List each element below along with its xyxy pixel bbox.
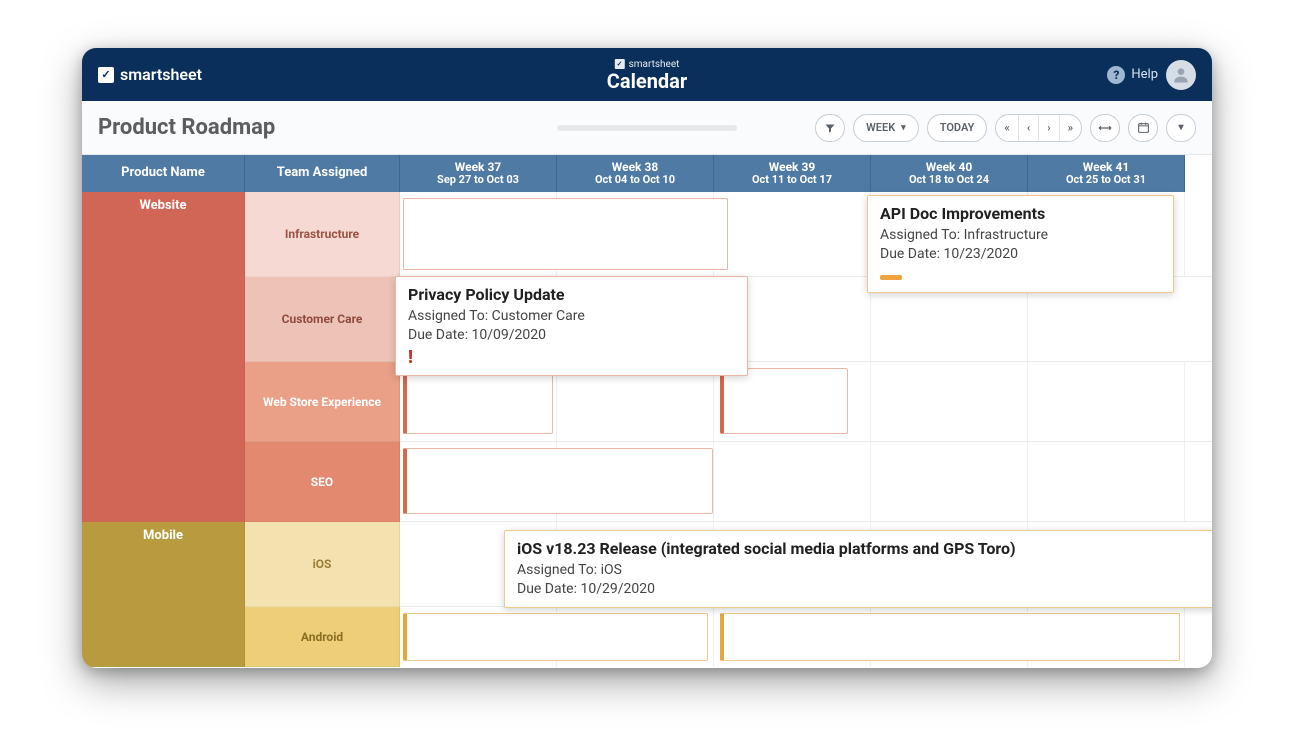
col-week-38: Week 38 Oct 04 to Oct 10 (557, 155, 714, 192)
nav-next-button[interactable]: › (1038, 115, 1058, 141)
task-outline[interactable] (403, 368, 553, 434)
help-icon: ? (1107, 66, 1125, 84)
app-header: ✓ smartsheet ✓ smartsheet Calendar ? Hel… (82, 48, 1212, 101)
status-medium-icon (880, 275, 902, 280)
team-cell-web-store[interactable]: Web Store Experience (245, 362, 400, 442)
product-label: Website (139, 198, 186, 213)
brand-text: smartsheet (120, 65, 202, 84)
team-cell-customer-care[interactable]: Customer Care (245, 277, 400, 362)
view-mode-label: WEEK (866, 121, 895, 134)
col-week-41: Week 41 Oct 25 to Oct 31 (1028, 155, 1185, 192)
fit-width-button[interactable] (1090, 114, 1120, 142)
subbrand-text: smartsheet (629, 59, 680, 70)
team-cell-ios[interactable]: iOS (245, 522, 400, 607)
col-week-range: Oct 04 to Oct 10 (595, 174, 675, 186)
app-title-block: ✓ smartsheet Calendar (607, 59, 687, 91)
team-cell-infrastructure[interactable]: Infrastructure (245, 192, 400, 277)
more-menu-button[interactable]: ▾ (1166, 114, 1196, 142)
task-card-api[interactable]: API Doc Improvements Assigned To: Infras… (867, 195, 1174, 293)
product-label: Mobile (143, 528, 183, 543)
team-cell-android[interactable]: Android (245, 607, 400, 667)
page-title: Product Roadmap (98, 115, 275, 140)
task-outline[interactable] (720, 368, 848, 434)
user-icon (1171, 65, 1191, 85)
col-week-37: Week 37 Sep 27 to Oct 03 (400, 155, 557, 192)
task-card-ios-release[interactable]: iOS v18.23 Release (integrated social me… (504, 530, 1212, 608)
col-week-range: Oct 25 to Oct 31 (1066, 174, 1146, 186)
task-assigned: Assigned To: Infrastructure (880, 226, 1161, 245)
date-picker-button[interactable] (1128, 114, 1158, 142)
caret-down-icon: ▾ (901, 123, 906, 133)
task-card-privacy[interactable]: Privacy Policy Update Assigned To: Custo… (395, 276, 748, 376)
app-title: Calendar (607, 71, 687, 91)
task-assigned: Assigned To: Customer Care (408, 307, 735, 326)
app-subbrand: ✓ smartsheet (607, 59, 687, 70)
subbrand-icon: ✓ (615, 59, 625, 69)
task-title: Privacy Policy Update (408, 285, 735, 304)
arrows-horizontal-icon (1098, 122, 1112, 134)
col-week-range: Oct 18 to Oct 24 (909, 174, 989, 186)
lane-android[interactable] (400, 607, 1212, 667)
col-week-39: Week 39 Oct 11 to Oct 17 (714, 155, 871, 192)
product-cell-website: Website (82, 192, 245, 522)
task-outline[interactable] (403, 448, 713, 514)
brand: ✓ smartsheet (98, 65, 202, 84)
task-assigned: Assigned To: iOS (517, 561, 1212, 580)
chevron-right-icon: › (1047, 121, 1050, 134)
help-label: Help (1131, 67, 1158, 82)
lane-seo[interactable] (400, 442, 1212, 522)
col-team: Team Assigned (245, 155, 400, 192)
task-due: Due Date: 10/09/2020 (408, 326, 735, 345)
user-avatar[interactable] (1166, 60, 1196, 90)
task-title: iOS v18.23 Release (integrated social me… (517, 539, 1212, 558)
today-label: TODAY (940, 121, 975, 134)
col-week-40: Week 40 Oct 18 to Oct 24 (871, 155, 1028, 192)
caret-down-icon: ▾ (1178, 122, 1183, 133)
view-mode-select[interactable]: WEEK ▾ (853, 114, 919, 142)
brand-icon: ✓ (98, 67, 114, 83)
nav-group: « ‹ › » (995, 114, 1082, 142)
task-outline[interactable] (720, 613, 1180, 661)
col-week-range: Oct 11 to Oct 17 (752, 174, 832, 186)
task-due: Due Date: 10/29/2020 (517, 580, 1212, 599)
col-week-range: Sep 27 to Oct 03 (437, 174, 519, 186)
nav-prev-button[interactable]: ‹ (1018, 115, 1038, 141)
help-link[interactable]: ? Help (1107, 66, 1158, 84)
team-cell-seo[interactable]: SEO (245, 442, 400, 522)
task-title: API Doc Improvements (880, 204, 1161, 223)
col-product: Product Name (82, 155, 245, 192)
column-header-row: Product Name Team Assigned Week 37 Sep 2… (82, 155, 1212, 192)
task-due: Due Date: 10/23/2020 (880, 245, 1161, 264)
chevrons-right-icon: » (1068, 121, 1073, 134)
task-outline[interactable] (403, 198, 728, 270)
toolbar: Product Roadmap WEEK ▾ TODAY « ‹ › » (82, 101, 1212, 155)
nav-last-button[interactable]: » (1059, 115, 1081, 141)
filter-button[interactable] (815, 114, 845, 142)
task-outline[interactable] (403, 613, 708, 661)
calendar-icon (1137, 121, 1150, 134)
chevrons-left-icon: « (1004, 121, 1009, 134)
nav-first-button[interactable]: « (996, 115, 1017, 141)
funnel-icon (824, 122, 836, 134)
scroll-indicator[interactable] (557, 125, 737, 131)
status-alert-icon: ! (408, 347, 413, 368)
product-cell-mobile: Mobile (82, 522, 245, 667)
today-button[interactable]: TODAY (927, 114, 988, 142)
chevron-left-icon: ‹ (1027, 121, 1030, 134)
